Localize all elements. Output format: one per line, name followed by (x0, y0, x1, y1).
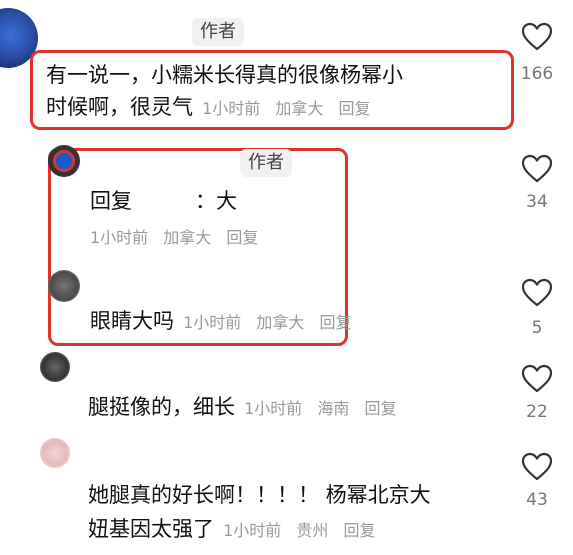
like-button[interactable]: 166 (509, 22, 565, 84)
heart-outline-icon (521, 278, 553, 307)
reply-button[interactable]: 回复 (226, 228, 258, 247)
like-button[interactable]: 5 (509, 278, 565, 338)
heart-outline-icon (521, 364, 553, 393)
heart-outline-icon (521, 154, 553, 183)
comment-text: 她腿真的好长啊！！！！ 杨幂北京大 (88, 483, 431, 507)
heart-outline-icon (521, 452, 553, 481)
comment-location: 贵州 (296, 521, 329, 540)
like-button[interactable]: 22 (509, 364, 565, 422)
like-count: 34 (526, 192, 548, 212)
like-count: 22 (526, 402, 548, 422)
comment-text: 有一说一，小糯米长得真的很像杨幂小 (46, 63, 403, 87)
avatar[interactable] (48, 270, 80, 302)
comment-row: 眼睛大吗 1小时前 加拿大 回复 (90, 306, 362, 336)
comment-text: 腿挺像的，细长 (88, 395, 235, 419)
comment-location: 加拿大 (275, 99, 324, 118)
comment-time: 1小时前 (202, 99, 261, 118)
avatar[interactable] (48, 145, 80, 177)
like-count: 43 (526, 490, 548, 510)
like-button[interactable]: 43 (509, 452, 565, 510)
comment-line2-row: 时候啊，很灵气 1小时前 加拿大 回复 (46, 95, 371, 119)
reply-button[interactable]: 回复 (338, 99, 370, 118)
comment-time: 1小时前 (90, 228, 149, 247)
like-button[interactable]: 34 (509, 154, 565, 212)
comment-time: 1小时前 (223, 521, 282, 540)
avatar[interactable] (40, 352, 70, 382)
heart-outline-icon (521, 22, 553, 51)
comment-time: 1小时前 (244, 399, 303, 418)
reply-button[interactable]: 回复 (364, 399, 396, 418)
comment-location: 海南 (317, 399, 350, 418)
comment-text: 眼睛大吗 (90, 309, 174, 333)
comment-row: 腿挺像的，细长 1小时前 海南 回复 (88, 392, 407, 422)
author-tag: 作者 (240, 149, 292, 177)
reply-button[interactable]: 回复 (343, 521, 375, 540)
comment-location: 加拿大 (163, 228, 212, 247)
reply-button[interactable]: 回复 (319, 313, 351, 332)
comment-text: 回复 ：大 (90, 189, 237, 213)
avatar[interactable] (40, 438, 70, 468)
comment-line2-row: 妞基因太强了 1小时前 贵州 回复 (88, 517, 376, 541)
comment-location: 加拿大 (256, 313, 305, 332)
author-tag: 作者 (192, 18, 244, 46)
like-count: 5 (531, 318, 543, 338)
comment-meta: 1小时前 加拿大 回复 (90, 224, 268, 248)
comment-time: 1小时前 (183, 313, 242, 332)
like-count: 166 (520, 64, 554, 84)
